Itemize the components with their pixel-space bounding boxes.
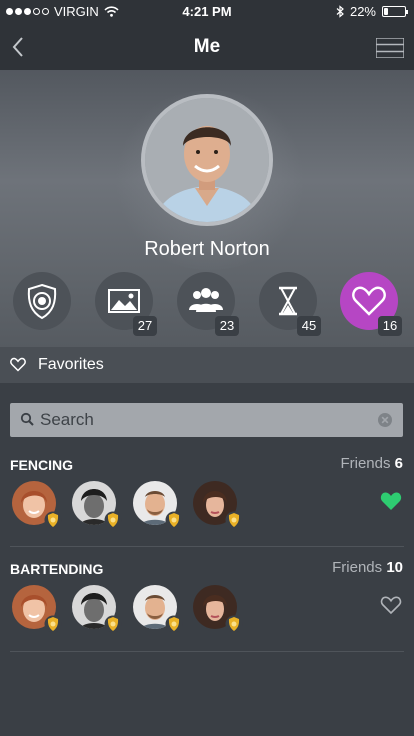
favorites-section-header[interactable]: Favorites (0, 347, 414, 383)
gold-badge-icon (104, 511, 122, 529)
favorites-label: Favorites (38, 356, 104, 373)
friend-avatar[interactable] (72, 585, 122, 633)
search-input[interactable] (40, 403, 370, 437)
profile-avatar[interactable] (141, 94, 273, 226)
clear-icon[interactable] (377, 412, 393, 428)
friends-label: Friends (332, 559, 383, 576)
history-button[interactable]: 45 (259, 272, 321, 336)
heart-filled-icon[interactable] (380, 491, 402, 511)
heart-outline-icon[interactable] (380, 595, 402, 615)
history-count: 45 (297, 316, 321, 336)
battery-icon (382, 6, 408, 17)
badge-icon (27, 283, 57, 320)
group-title: FENCING (10, 457, 73, 473)
friend-avatar[interactable] (133, 585, 183, 633)
friends-number: 10 (386, 559, 403, 576)
friend-avatar[interactable] (72, 481, 122, 529)
photos-button[interactable]: 27 (95, 272, 157, 336)
friend-avatar[interactable] (193, 481, 243, 529)
divider (10, 546, 404, 547)
friend-avatar[interactable] (12, 585, 62, 633)
search-icon (20, 412, 34, 426)
friend-avatar[interactable] (12, 481, 62, 529)
page-title: Me (193, 36, 221, 57)
nav-bar: Me (0, 24, 414, 70)
favorites-stat-button[interactable]: 16 (340, 272, 402, 336)
friend-avatar[interactable] (133, 481, 183, 529)
photos-count: 27 (133, 316, 157, 336)
gold-badge-icon (165, 615, 183, 633)
bluetooth-icon (336, 5, 344, 18)
stats-row: 27 23 45 16 (0, 270, 414, 340)
friends-number: 6 (394, 455, 403, 472)
gold-badge-icon (225, 615, 243, 633)
profile-header: Robert Norton 27 23 45 16 (0, 70, 414, 347)
gold-badge-icon (44, 511, 62, 529)
favorites-count: 16 (378, 316, 402, 336)
group-friends-count: Friends 10 (332, 559, 403, 576)
battery-level (384, 8, 388, 15)
status-bar: VIRGIN 4:21 PM 22% (0, 0, 414, 24)
heart-outline-icon (10, 357, 26, 372)
badges-button[interactable] (13, 272, 71, 330)
friends-count: 23 (215, 316, 239, 336)
battery-percent: 22% (349, 4, 376, 19)
group-title: BARTENDING (10, 561, 104, 577)
profile-name: Robert Norton (144, 238, 270, 260)
profile-photo (145, 98, 269, 222)
divider (10, 651, 404, 652)
search-bar[interactable] (10, 403, 403, 437)
friends-button[interactable]: 23 (177, 272, 239, 336)
friend-avatar[interactable] (193, 585, 243, 633)
hamburger-menu-icon[interactable] (376, 38, 404, 58)
gold-badge-icon (44, 615, 62, 633)
gold-badge-icon (165, 511, 183, 529)
group-friends-count: Friends 6 (340, 455, 403, 472)
gold-badge-icon (225, 511, 243, 529)
gold-badge-icon (104, 615, 122, 633)
friends-label: Friends (340, 455, 391, 472)
